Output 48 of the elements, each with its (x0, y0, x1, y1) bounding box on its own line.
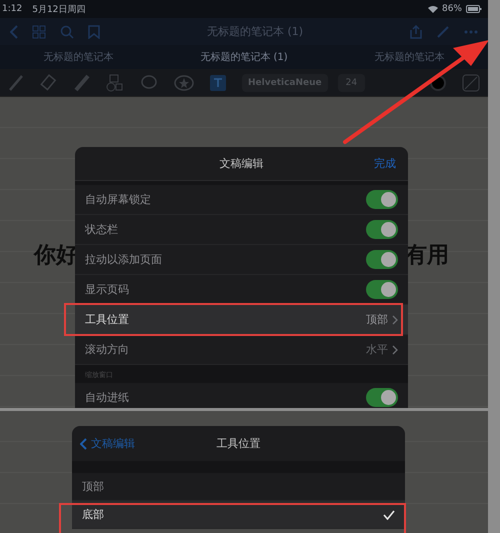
row-label: 工具位置 (85, 312, 130, 327)
status-date: 5月12日周四 (32, 4, 86, 16)
handwritten-text: 你好 (34, 241, 78, 270)
settings-row[interactable]: 工具位置 顶部 (75, 305, 408, 335)
status-time: 1:12 (2, 4, 22, 14)
row-label: 显示页码 (85, 282, 130, 297)
checkmark-icon (383, 510, 395, 520)
shapes-icon[interactable] (106, 74, 124, 92)
toggle-switch[interactable] (366, 250, 398, 269)
row-label: 拉动以添加页面 (85, 252, 163, 267)
row-value: 顶部 (366, 312, 388, 327)
toggle-switch[interactable] (366, 220, 398, 239)
eraser-icon[interactable] (40, 74, 58, 92)
notebook-tab[interactable]: 无标题的笔记本 (43, 50, 114, 64)
grid-icon[interactable] (32, 24, 46, 38)
chevron-icon (392, 344, 398, 354)
search-icon[interactable] (60, 24, 74, 38)
notebook-tab[interactable]: 无标题的笔记本 (374, 50, 445, 64)
share-icon[interactable] (410, 24, 422, 38)
notebook-title[interactable]: 无标题的笔记本 (1) (206, 24, 304, 39)
back-icon[interactable] (10, 24, 18, 38)
notebook-tab[interactable]: 无标题的笔记本 (1) (200, 50, 288, 64)
dialog-title: 工具位置 (216, 436, 260, 451)
back-button[interactable]: 文稿编辑 (80, 436, 135, 451)
row-label: 滚动方向 (85, 342, 130, 357)
row-label: 自动屏幕锁定 (85, 192, 152, 207)
pencil-icon[interactable] (436, 24, 450, 38)
toggle-switch[interactable] (366, 190, 398, 209)
slash-icon[interactable] (462, 74, 480, 92)
row-label: 自动进纸 (85, 390, 130, 405)
toggle-switch[interactable] (366, 388, 398, 407)
battery-percent: 86% (442, 4, 462, 14)
pen-icon[interactable] (8, 74, 24, 92)
dialog-title: 文稿编辑 (220, 156, 264, 171)
lasso-icon[interactable] (140, 74, 158, 92)
done-button[interactable]: 完成 (374, 156, 396, 171)
text-tool-icon[interactable] (210, 74, 226, 90)
back-icon (80, 438, 87, 450)
position-option[interactable]: 底部 (72, 501, 405, 529)
wifi-icon (428, 5, 438, 13)
toggle-switch[interactable] (366, 280, 398, 299)
battery-icon (466, 5, 482, 13)
more-icon[interactable] (464, 30, 478, 34)
row-value: 水平 (366, 342, 388, 357)
highlighter-icon[interactable] (74, 74, 90, 92)
chevron-icon (392, 314, 398, 324)
row-label: 状态栏 (85, 222, 119, 237)
bookmark-icon[interactable] (88, 24, 100, 38)
